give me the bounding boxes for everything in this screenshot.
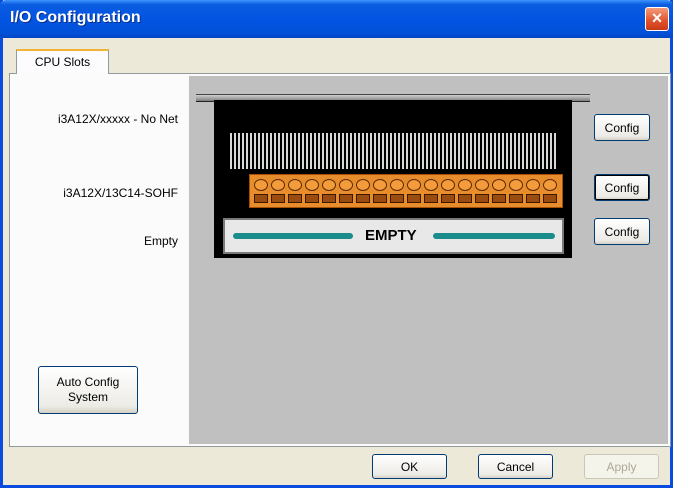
cancel-button[interactable]: Cancel [478,454,553,479]
auto-config-line-1: Auto Config [56,375,120,389]
ok-button[interactable]: OK [372,454,447,479]
io-terminal-row-bottom [254,194,558,206]
empty-slot-graphic[interactable]: EMPTY [223,218,564,254]
empty-bar-right [433,233,555,239]
slot-label-1: i3A12X/xxxxx - No Net [57,112,178,126]
io-terminal-row-top [254,179,558,191]
window-title: I/O Configuration [10,9,141,26]
config-button-slot-3[interactable]: Config [594,218,650,245]
cpu-module-graphic[interactable] [230,133,556,169]
config-button-slot-2[interactable]: Config [594,174,650,201]
io-module-graphic[interactable] [249,174,563,208]
slot-label-3: Empty [143,234,178,248]
apply-button[interactable]: Apply [584,454,659,479]
tab-cpu-slots[interactable]: CPU Slots [16,49,109,74]
auto-config-line-2: System [67,390,108,404]
slot-label-2: i3A12X/13C14-SOHF [63,186,178,200]
config-button-slot-1[interactable]: Config [594,114,650,141]
close-icon[interactable]: × [645,7,669,31]
empty-slot-text: EMPTY [365,227,417,244]
empty-bar-left [233,233,353,239]
auto-config-system-button[interactable]: Auto Config System [38,366,138,414]
title-bar[interactable]: I/O Configuration × [0,0,673,38]
